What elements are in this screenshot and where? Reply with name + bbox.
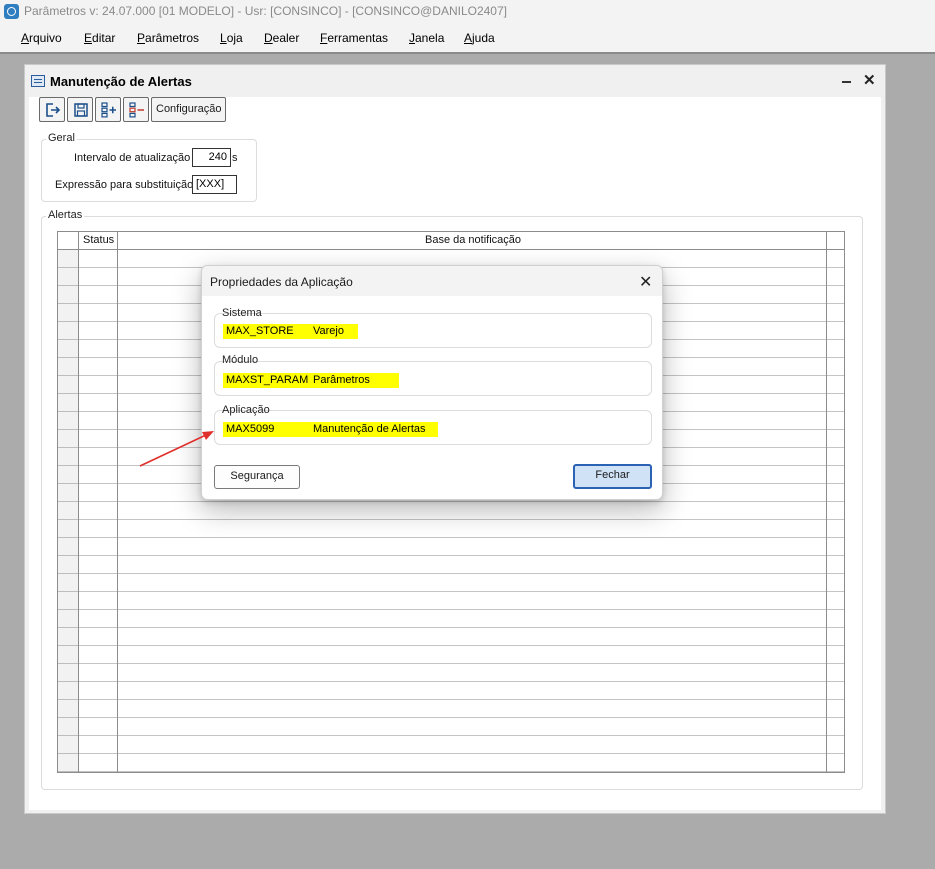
menu-janela[interactable]: Janela	[409, 31, 444, 45]
modulo-name: Parâmetros	[313, 374, 370, 386]
remove-row-icon	[129, 102, 144, 118]
sistema-legend: Sistema	[222, 307, 262, 319]
intervalo-label: Intervalo de atualização	[74, 152, 191, 164]
menu-loja[interactable]: Loja	[220, 31, 243, 45]
toolbar: Configuração	[39, 97, 239, 123]
app-title: Parâmetros v: 24.07.000 [01 MODELO] - Us…	[24, 4, 507, 18]
mdi-separator	[0, 52, 935, 54]
modulo-legend: Módulo	[222, 354, 259, 366]
add-row-icon	[101, 102, 116, 118]
alertas-legend: Alertas	[46, 209, 85, 221]
exit-button[interactable]	[39, 97, 65, 122]
sistema-name: Varejo	[313, 325, 344, 337]
menu-parametros[interactable]: Parâmetros	[137, 31, 199, 45]
remove-row-button[interactable]	[123, 97, 149, 122]
save-icon	[74, 103, 88, 117]
child-window-title: Manutenção de Alertas	[50, 74, 192, 89]
sistema-code: MAX_STORE	[226, 325, 294, 337]
add-row-button[interactable]	[95, 97, 121, 122]
minimize-button[interactable]	[840, 72, 854, 88]
seguranca-button[interactable]: Segurança	[214, 465, 300, 489]
aplicacao-code: MAX5099	[226, 423, 275, 435]
expressao-label: Expressão para substituição	[55, 179, 194, 191]
dialog-title: Propriedades da Aplicação	[210, 275, 353, 289]
aplicacao-legend: Aplicação	[222, 404, 270, 416]
geral-legend: Geral	[46, 132, 77, 144]
menu-bar: Arquivo Editar Parâmetros Loja Dealer Fe…	[0, 24, 935, 53]
app-logo-icon	[4, 4, 19, 19]
aplicacao-name: Manutenção de Alertas	[313, 423, 426, 435]
menu-editar[interactable]: Editar	[84, 31, 115, 45]
menu-ajuda[interactable]: Ajuda	[464, 31, 495, 45]
properties-dialog: Propriedades da Aplicação ✕ Sistema MAX_…	[201, 265, 663, 500]
modulo-value: MAXST_PARAM Parâmetros	[223, 373, 399, 388]
menu-dealer[interactable]: Dealer	[264, 31, 299, 45]
column-header-base-notificacao[interactable]: Base da notificação	[425, 234, 521, 246]
save-button[interactable]	[67, 97, 93, 122]
close-button[interactable]: ✕	[863, 71, 876, 89]
menu-ferramentas[interactable]: Ferramentas	[320, 31, 388, 45]
child-window-header: Manutenção de Alertas ✕	[25, 65, 885, 97]
grid-column-divider	[826, 232, 827, 772]
menu-arquivo[interactable]: Arquivo	[21, 31, 62, 45]
title-bar: Parâmetros v: 24.07.000 [01 MODELO] - Us…	[0, 0, 935, 24]
fechar-button[interactable]: Fechar	[573, 464, 652, 489]
aplicacao-value: MAX5099 Manutenção de Alertas	[223, 422, 438, 437]
config-button[interactable]: Configuração	[151, 97, 227, 122]
dialog-body: Sistema MAX_STORE Varejo Módulo MAXST_PA…	[202, 296, 662, 499]
row-indicator-column	[58, 250, 78, 772]
column-header-status[interactable]: Status	[83, 234, 114, 246]
expressao-input[interactable]: [XXX]	[192, 175, 237, 194]
intervalo-input[interactable]: 240	[192, 148, 231, 167]
mdi-background	[0, 54, 24, 869]
exit-icon	[46, 103, 61, 117]
dialog-close-icon[interactable]: ✕	[639, 272, 652, 292]
grid-column-divider	[78, 232, 79, 772]
intervalo-unit: s	[232, 152, 238, 164]
form-icon	[31, 75, 45, 87]
grid-column-divider	[117, 232, 118, 772]
geral-group: Geral Intervalo de atualização 240 s Exp…	[41, 132, 257, 202]
sistema-value: MAX_STORE Varejo	[223, 324, 358, 339]
modulo-code: MAXST_PARAM	[226, 374, 309, 386]
grid-header: Status Base da notificação	[58, 232, 844, 250]
